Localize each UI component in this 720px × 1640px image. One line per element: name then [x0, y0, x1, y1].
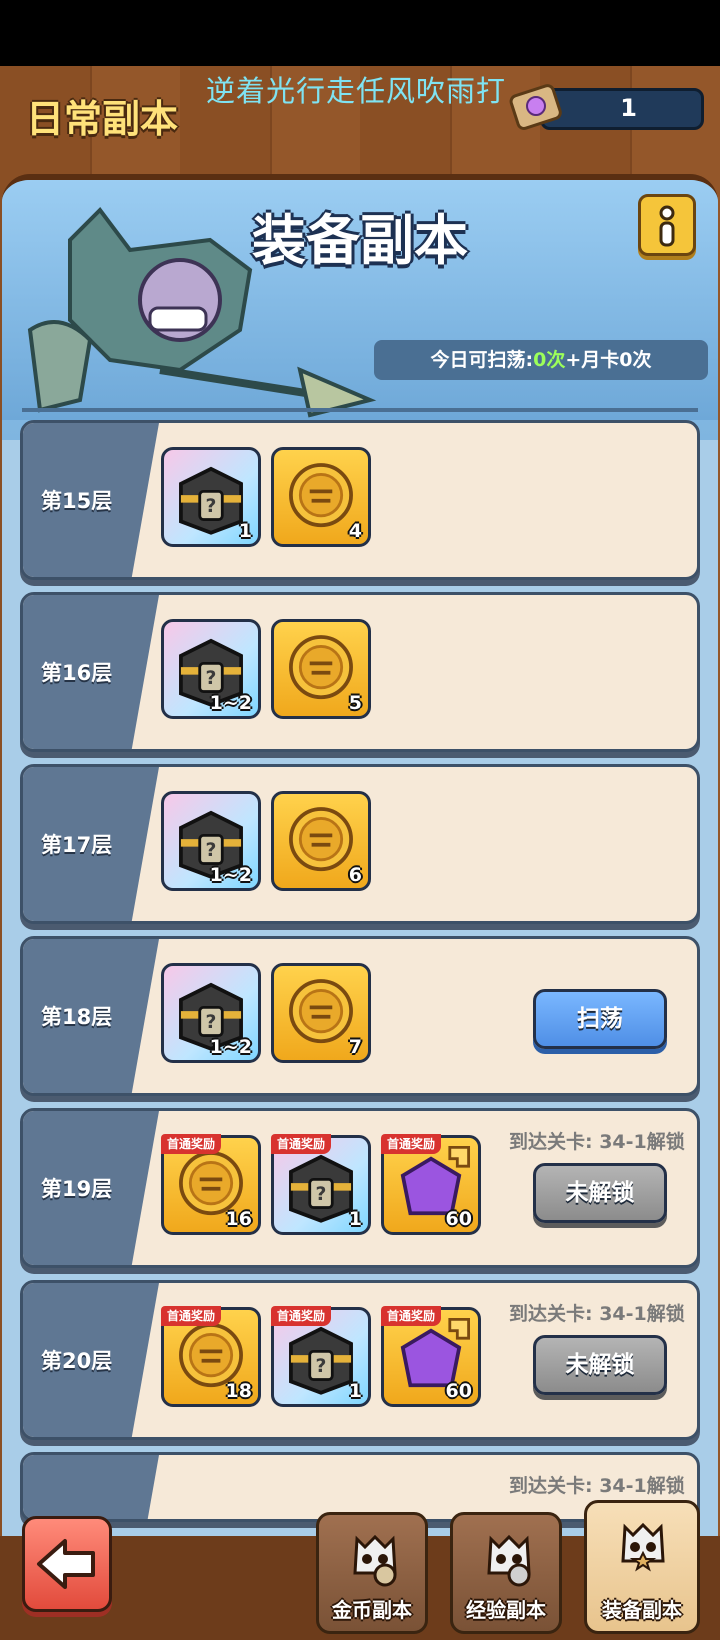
floor-label-bg: 第15层 — [23, 423, 159, 577]
first-clear-tag: 首通奖励 — [271, 1134, 332, 1154]
reward-quantity: 1 — [348, 1380, 362, 1402]
tab-exp-dungeon[interactable]: 经验副本 — [450, 1512, 562, 1634]
motto-text: 逆着光行走任风吹雨打 — [206, 74, 507, 108]
frag-reward-icon[interactable]: 首通奖励 60 — [381, 1306, 481, 1407]
reward-quantity: 16 — [225, 1208, 252, 1230]
tab-equipment-dungeon[interactable]: 装备副本 — [584, 1500, 700, 1634]
tab-label: 经验副本 — [466, 1598, 546, 1622]
floor-label: 第19层 — [41, 1177, 113, 1201]
header: 日常副本 逆着光行走任风吹雨打 1 — [0, 66, 720, 170]
coin-reward-icon[interactable]: 首通奖励 16 — [161, 1134, 261, 1235]
floor-label: 第20层 — [41, 1349, 113, 1373]
tab-label: 装备副本 — [602, 1598, 682, 1622]
unlock-requirement: 到达关卡: 34-1解锁 — [509, 1303, 685, 1325]
first-clear-tag: 首通奖励 — [381, 1134, 442, 1154]
floor-label: 第16层 — [41, 661, 113, 685]
coin-reward-icon[interactable]: 首通奖励 18 — [161, 1306, 261, 1407]
currency-counter[interactable]: 1 — [540, 88, 704, 130]
skull-exp-icon — [487, 1534, 531, 1587]
coin-reward-icon[interactable]: 6 — [271, 791, 371, 891]
reward-quantity: 1~2 — [209, 864, 252, 886]
svg-text:?: ? — [206, 668, 217, 689]
coin-reward-icon[interactable]: 5 — [271, 619, 371, 719]
floor-label: 第17层 — [41, 833, 113, 857]
reward-quantity: 1 — [238, 520, 252, 542]
back-arrow-icon — [37, 1539, 95, 1589]
floor-label: 第18层 — [41, 1005, 113, 1029]
first-clear-tag: 首通奖励 — [161, 1306, 222, 1326]
floor-row: 第20层 首通奖励 18? 首通奖励 1 首通奖励 60 到达关卡: 34-1解锁 未解锁 — [20, 1280, 700, 1440]
svg-text:?: ? — [206, 840, 217, 861]
first-clear-tag: 首通奖励 — [381, 1306, 442, 1326]
reward-quantity: 7 — [348, 1036, 362, 1058]
floor-label-bg: 第18层 — [23, 939, 159, 1093]
back-button[interactable] — [22, 1516, 112, 1612]
divider — [22, 408, 698, 412]
chest-reward-icon[interactable]: ? 1~2 — [161, 619, 261, 719]
page-title: 日常副本 — [26, 97, 179, 141]
floor-row: 第15层? 1 4 — [20, 420, 700, 580]
reward-quantity: 60 — [445, 1380, 472, 1402]
floor-label-bg — [23, 1455, 159, 1519]
status-bar — [0, 0, 720, 66]
reward-quantity: 1~2 — [209, 1036, 252, 1058]
coin-reward-icon[interactable]: 7 — [271, 963, 371, 1063]
reward-quantity: 5 — [348, 692, 362, 714]
floor-label-bg: 第19层 — [23, 1111, 159, 1265]
floor-row: 第19层 首通奖励 16? 首通奖励 1 首通奖励 60 到达关卡: 34-1解锁 未解锁 — [20, 1108, 700, 1268]
scroll-ticket-icon — [509, 84, 562, 130]
reward-quantity: 1 — [348, 1208, 362, 1230]
coin-reward-icon[interactable]: 4 — [271, 447, 371, 547]
sweep-extra: +月卡0次 — [565, 349, 652, 371]
chest-reward-icon[interactable]: ? 1~2 — [161, 963, 261, 1063]
svg-text:?: ? — [206, 1012, 217, 1033]
floor-row: 第18层? 1~2 7 扫荡 — [20, 936, 700, 1096]
chest-reward-icon[interactable]: ? 首通奖励 1 — [271, 1306, 371, 1407]
unlock-requirement: 到达关卡: 34-1解锁 — [509, 1475, 685, 1497]
dungeon-title: 装备副本 — [252, 209, 468, 272]
floor-row: 第16层? 1~2 5 — [20, 592, 700, 752]
chest-reward-icon[interactable]: ? 1 — [161, 447, 261, 547]
first-clear-tag: 首通奖励 — [161, 1134, 222, 1154]
info-icon — [659, 205, 675, 247]
svg-text:?: ? — [206, 496, 217, 517]
first-clear-tag: 首通奖励 — [271, 1306, 332, 1326]
svg-text:?: ? — [316, 1184, 327, 1205]
sweep-button[interactable]: 扫荡 — [533, 989, 667, 1049]
sweep-count: 0次 — [533, 349, 566, 371]
reward-quantity: 60 — [445, 1208, 472, 1230]
info-button[interactable] — [638, 194, 696, 256]
floor-row: 第17层? 1~2 6 — [20, 764, 700, 924]
tab-label: 金币副本 — [332, 1598, 412, 1622]
banner: 装备副本 今日可扫荡:0次+月卡0次 — [2, 180, 718, 420]
svg-text:?: ? — [316, 1356, 327, 1377]
skull-crown-icon — [353, 1534, 397, 1587]
skull-star-icon — [621, 1522, 665, 1572]
chest-reward-icon[interactable]: ? 1~2 — [161, 791, 261, 891]
reward-quantity: 6 — [348, 864, 362, 886]
tab-gold-dungeon[interactable]: 金币副本 — [316, 1512, 428, 1634]
floor-label-bg: 第20层 — [23, 1283, 159, 1437]
floor-label-bg: 第16层 — [23, 595, 159, 749]
reward-quantity: 18 — [225, 1380, 252, 1402]
reward-quantity: 1~2 — [209, 692, 252, 714]
locked-button[interactable]: 未解锁 — [533, 1163, 667, 1223]
locked-button[interactable]: 未解锁 — [533, 1335, 667, 1395]
reward-quantity: 4 — [348, 520, 362, 542]
floor-label-bg: 第17层 — [23, 767, 159, 921]
frag-reward-icon[interactable]: 首通奖励 60 — [381, 1134, 481, 1235]
sweep-info: 今日可扫荡:0次+月卡0次 — [374, 340, 708, 380]
currency-value: 1 — [620, 94, 637, 122]
chest-reward-icon[interactable]: ? 首通奖励 1 — [271, 1134, 371, 1235]
floor-label: 第15层 — [41, 489, 113, 513]
sweep-label: 今日可扫荡: — [430, 349, 534, 371]
unlock-requirement: 到达关卡: 34-1解锁 — [509, 1131, 685, 1153]
